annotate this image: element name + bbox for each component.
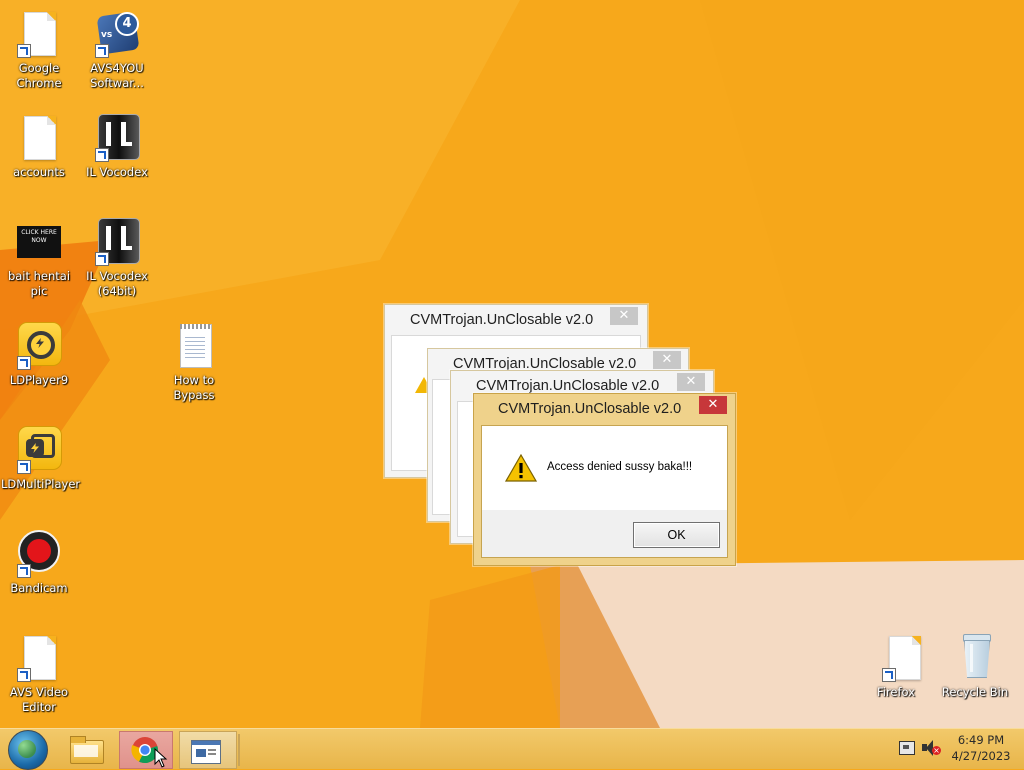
thumbnail-text: CLICK HERE (21, 229, 57, 236)
desktop-icon-recycle-bin[interactable]: Recycle Bin (937, 634, 1013, 700)
clock-date: 4/27/2023 (951, 749, 1011, 763)
active-dialog-window[interactable]: CVMTrojan.UnClosable v2.0 ✕ Access denie… (473, 393, 736, 566)
taskbar-dialog-app[interactable] (179, 731, 240, 769)
shortcut-arrow-icon (95, 148, 109, 162)
desktop-icon-bait-hentai-pic[interactable]: CLICK HERE NOW bait hentai pic (1, 218, 77, 299)
shortcut-arrow-icon (17, 356, 31, 370)
warning-icon (505, 454, 537, 482)
desktop: Google Chrome accounts CLICK HERE NOW ba… (0, 0, 1024, 728)
desktop-icon-firefox[interactable]: Firefox (858, 634, 934, 700)
ldmultiplayer-icon (15, 426, 63, 474)
document-icon (872, 634, 921, 682)
desktop-icon-how-to-bypass[interactable]: How to Bypass (156, 322, 232, 403)
taskbar: × 6:49 PM 4/27/2023 (0, 728, 1024, 770)
shortcut-arrow-icon (17, 564, 31, 578)
desktop-icon-label: How to Bypass (173, 373, 215, 402)
clock-time: 6:49 PM (957, 733, 1005, 747)
desktop-icon-label: Firefox (876, 685, 916, 699)
shortcut-arrow-icon (882, 668, 896, 682)
desktop-icon-il-vocodex-64bit[interactable]: IL Vocodex (64bit) (79, 218, 155, 299)
dialog-message: Access denied sussy baka!!! (547, 461, 693, 473)
shortcut-arrow-icon (95, 252, 109, 266)
shortcut-arrow-icon (17, 460, 31, 474)
taskbar-chrome[interactable] (119, 731, 173, 769)
folder-icon-tab (70, 736, 86, 743)
start-button[interactable] (8, 730, 48, 770)
image-thumbnail-icon: CLICK HERE NOW (15, 218, 63, 266)
desktop-icon-label: IL Vocodex (86, 165, 148, 179)
shortcut-arrow-icon (95, 44, 109, 58)
desktop-icon-label: accounts (13, 165, 65, 179)
document-icon (15, 10, 63, 58)
bandicam-icon (15, 530, 63, 578)
desktop-icon-label: IL Vocodex (64bit) (86, 269, 148, 298)
desktop-icon-il-vocodex[interactable]: IL Vocodex (79, 114, 155, 180)
desktop-icon-label: Recycle Bin (941, 685, 1009, 699)
close-button[interactable]: ✕ (699, 396, 727, 414)
mouse-cursor-icon (154, 748, 168, 768)
ldplayer-icon (15, 322, 63, 370)
document-icon (15, 114, 63, 162)
start-orb-icon (18, 740, 36, 758)
desktop-icon-label: Google Chrome (16, 61, 62, 90)
taskbar-file-explorer[interactable] (60, 731, 112, 767)
close-button[interactable]: ✕ (677, 373, 705, 391)
window-icon (191, 740, 221, 764)
ok-button[interactable]: OK (633, 522, 720, 548)
dialog-title: CVMTrojan.UnClosable v2.0 (410, 312, 594, 328)
dialog-title: CVMTrojan.UnClosable v2.0 (498, 401, 682, 417)
document-icon (15, 634, 63, 682)
desktop-icon-bandicam[interactable]: Bandicam (1, 530, 77, 596)
close-button[interactable]: ✕ (653, 351, 681, 369)
desktop-icon-google-chrome[interactable]: Google Chrome (1, 10, 77, 91)
dialog-content: Access denied sussy baka!!! OK (481, 425, 728, 558)
desktop-icon-avs4you[interactable]: 4 vs AVS4YOU Softwar... (79, 10, 155, 91)
volume-muted-icon[interactable]: × (922, 740, 941, 756)
il-vocodex-icon (93, 114, 141, 162)
desktop-icon-ldmultiplayer[interactable]: LDMultiPlayer (1, 426, 81, 492)
clock[interactable]: 6:49 PM 4/27/2023 (950, 733, 1012, 763)
desktop-icon-label: LDMultiPlayer (1, 477, 81, 491)
recycle-bin-icon (951, 634, 999, 682)
desktop-icon-label: AVS4YOU Softwar... (90, 61, 144, 90)
avs4you-icon: 4 vs (93, 10, 141, 58)
desktop-icon-label: bait hentai pic (7, 269, 71, 298)
network-icon[interactable] (899, 741, 915, 755)
shortcut-arrow-icon (17, 44, 31, 58)
desktop-icon-label: Bandicam (10, 581, 68, 595)
close-button[interactable]: ✕ (610, 307, 638, 325)
desktop-icon-ldplayer9[interactable]: LDPlayer9 (1, 322, 77, 388)
shortcut-arrow-icon (17, 668, 31, 682)
desktop-icon-accounts[interactable]: accounts (1, 114, 77, 180)
il-vocodex-icon (93, 218, 141, 266)
text-file-icon (170, 322, 218, 370)
thumbnail-text: NOW (31, 237, 47, 244)
desktop-icon-label: AVS Video Editor (9, 685, 69, 714)
desktop-icon-avs-video-editor[interactable]: AVS Video Editor (1, 634, 77, 715)
desktop-icon-label: LDPlayer9 (9, 373, 69, 387)
